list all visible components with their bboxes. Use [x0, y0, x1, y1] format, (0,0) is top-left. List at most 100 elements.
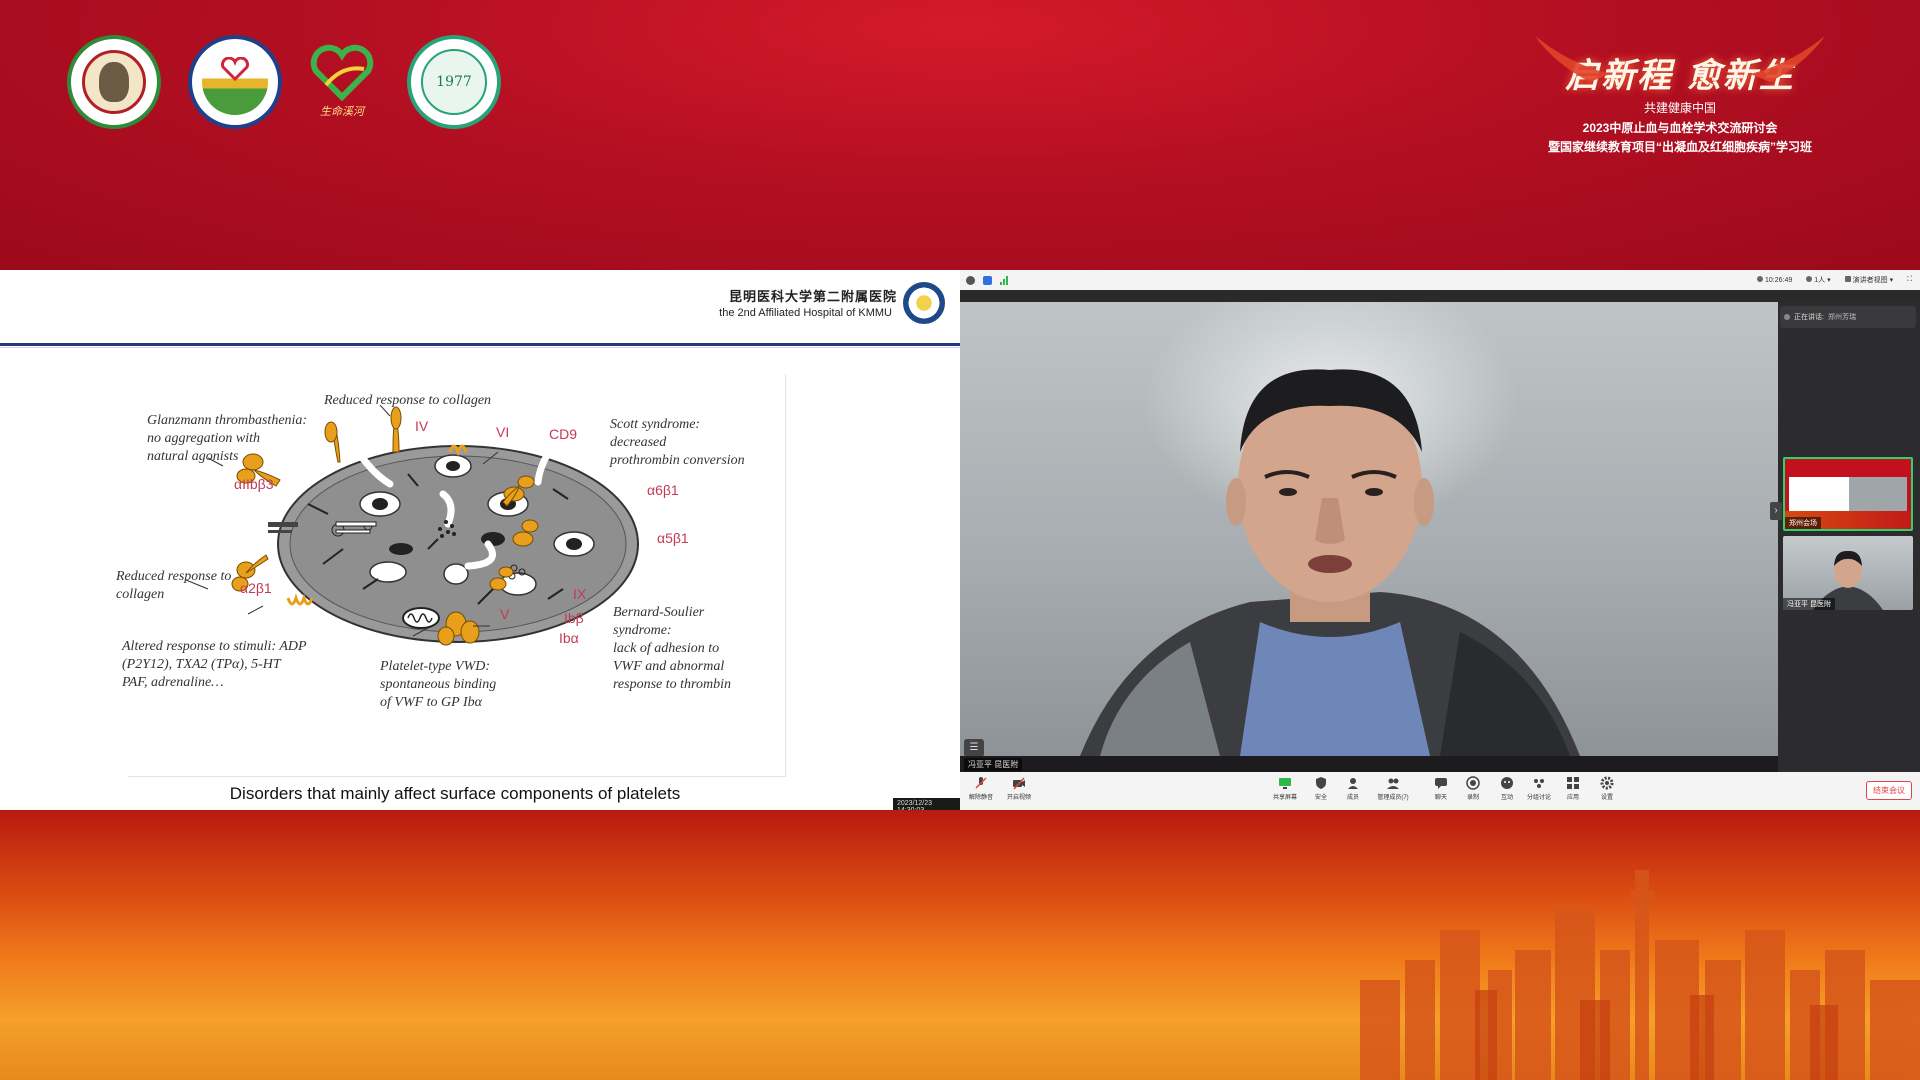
- participant-thumb-venue[interactable]: 郑州会场: [1783, 457, 1913, 531]
- presentation-slide: 昆明医科大学第二附属医院 the 2nd Affiliated Hospital…: [0, 270, 960, 810]
- participants-count[interactable]: 1人 ▾: [1806, 275, 1831, 285]
- receptor-label-ix: IX: [573, 586, 587, 602]
- left-wing-icon: [1535, 36, 1610, 82]
- receptor-label-iv: IV: [415, 418, 429, 434]
- header-divider-thin: [0, 347, 960, 348]
- mini-slide: [1789, 477, 1849, 511]
- mini-video: [1849, 477, 1907, 511]
- participant-thumb-speaker[interactable]: 冯亚平 昆医附: [1783, 536, 1913, 610]
- receptor-label-v: V: [500, 606, 510, 622]
- list-toggle-icon[interactable]: ☰: [964, 739, 984, 756]
- receptor-label-iba: Ibα: [559, 630, 579, 646]
- speaker-name-bar: 冯亚平 昆医附: [960, 756, 1778, 772]
- slide-timestamp: 2023/12/23 14:30:03: [893, 798, 960, 810]
- hospital-seal-icon: [903, 282, 945, 324]
- header-divider: [0, 343, 960, 346]
- event-title: 2023中原止血与血栓学术交流研讨会: [1582, 121, 1778, 135]
- security-button[interactable]: 安全: [1304, 776, 1338, 801]
- participant-sidebar: 正在讲话: 郑州芳瑞 › 郑州会场 冯亚平 昆医附: [1770, 302, 1920, 772]
- annotation-altered-response: Altered response to stimuli: ADP (P2Y12)…: [122, 639, 307, 690]
- info-icon[interactable]: [966, 275, 975, 285]
- annotation-reduced-collagen-left: Reduced response to collagen: [116, 569, 232, 602]
- main-speaker-video[interactable]: ☰: [960, 302, 1778, 756]
- chat-icon: [1435, 778, 1447, 789]
- meeting-strip: [960, 290, 1920, 302]
- meeting-clock: 10:26:49: [1757, 276, 1792, 284]
- shield-icon[interactable]: [983, 275, 992, 285]
- annotation-scott-syndrome: Scott syndrome: decreased prothrombin co…: [610, 417, 745, 468]
- video-meeting-window: 10:26:49 1人 ▾ 演讲者视图 ▾ ⛶ ☰ 冯亚平 昆医附 正在讲话: …: [960, 270, 1920, 810]
- main-speaker-name: 冯亚平 昆医附: [964, 757, 1023, 771]
- figure-frame: Reduced response to collagen Glanzmann t…: [116, 374, 786, 777]
- meeting-top-bar: 10:26:49 1人 ▾ 演讲者视图 ▾ ⛶: [960, 270, 1920, 290]
- receptor-label-cd9: CD9: [549, 426, 578, 442]
- chevron-right-icon[interactable]: ›: [1770, 502, 1782, 520]
- hospital-name-cn: 昆明医科大学第二附属医院: [728, 290, 897, 305]
- hospital-logo: 1977: [407, 35, 501, 129]
- settings-icon: [1600, 776, 1614, 790]
- receptor-label-vi: VI: [496, 424, 510, 440]
- speaking-indicator: 正在讲话: 郑州芳瑞: [1780, 306, 1916, 328]
- end-meeting-button[interactable]: 结束会议: [1866, 781, 1912, 800]
- reaction-button[interactable]: 互动: [1490, 776, 1524, 801]
- members-icon: [1348, 778, 1358, 789]
- share-screen-icon: [1279, 778, 1291, 789]
- view-selector[interactable]: 演讲者视图 ▾: [1844, 275, 1893, 285]
- heart-house-icon: [221, 57, 249, 81]
- city-skyline: [1360, 870, 1920, 1080]
- receptor-label-aiibb3: αIIbβ3: [234, 476, 274, 492]
- grid-icon: [1844, 276, 1851, 282]
- logo3-text: 生命溪河: [320, 105, 366, 118]
- speaker-figure: [1080, 369, 1580, 756]
- security-icon: [1316, 777, 1326, 789]
- meeting-toolbar: 解除静音 开启视频 共享屏幕 安全 成员 管理成员(7) 聊天 录制 互动 分组…: [960, 772, 1920, 810]
- right-wing-icon: [1750, 36, 1825, 82]
- members-button[interactable]: 成员: [1336, 776, 1370, 801]
- manage-members-icon: [1387, 778, 1399, 789]
- receptor-label-a5b1: α5β1: [657, 530, 689, 546]
- signal-icon[interactable]: [1000, 275, 1009, 285]
- unmute-button[interactable]: 解除静音: [964, 776, 998, 801]
- receptor-label-ibb: Ibβ: [564, 610, 584, 626]
- annotation-bernard-soulier: Bernard-Soulier syndrome: lack of adhesi…: [613, 605, 731, 692]
- reaction-icon: [1501, 777, 1513, 789]
- apps-button[interactable]: 应用: [1556, 776, 1590, 801]
- annotation-glanzmann: Glanzmann thrombasthenia: no aggregation…: [147, 413, 308, 464]
- record-button[interactable]: 录制: [1456, 776, 1490, 801]
- receptor-label-a6b1: α6β1: [647, 482, 679, 498]
- charity-foundation-logo: [67, 35, 161, 129]
- life-heart-icon: 生命溪河: [310, 44, 374, 118]
- provincial-association-logo: [188, 35, 282, 129]
- event-title-secondary: 暨国家继续教育项目“出凝血及红细胞疾病”学习班: [1547, 140, 1812, 154]
- event-brand: 启新程 愈新生 共建健康中国 2023中原止血与血栓学术交流研讨会 暨国家继续教…: [1480, 28, 1880, 154]
- manage-members-button[interactable]: 管理成员(7): [1370, 776, 1416, 801]
- chat-button[interactable]: 聊天: [1424, 776, 1458, 801]
- portrait-icon: [99, 62, 129, 102]
- people-icon: [1806, 276, 1813, 282]
- hospital-logo-year: 1977: [436, 74, 472, 90]
- mic-icon: [1784, 314, 1790, 320]
- video-off-icon: [1013, 777, 1025, 790]
- mic-off-icon: [975, 777, 987, 789]
- thumb-label-venue: 郑州会场: [1785, 517, 1821, 529]
- breakout-button[interactable]: 分组讨论: [1522, 776, 1556, 801]
- life-river-logo: 生命溪河: [306, 35, 378, 129]
- record-icon: [1466, 776, 1480, 790]
- clock-icon: [1757, 276, 1763, 282]
- share-screen-button[interactable]: 共享屏幕: [1268, 776, 1302, 801]
- annotation-reduced-collagen-top: Reduced response to collagen: [324, 393, 492, 408]
- speaking-label: 正在讲话:: [1794, 314, 1824, 321]
- top-banner: 生命溪河 1977 启新程 愈新生 共建健康中国 2023中原止血与血栓学术交流…: [0, 0, 1920, 270]
- hospital-name-en: the 2nd Affiliated Hospital of KMMU: [719, 307, 892, 319]
- start-video-button[interactable]: 开启视频: [1002, 776, 1036, 801]
- bottom-banner: [0, 810, 1920, 1080]
- slide-caption: Disorders that mainly affect surface com…: [229, 784, 681, 803]
- speaking-name: 郑州芳瑞: [1827, 314, 1856, 321]
- fullscreen-icon[interactable]: ⛶: [1907, 276, 1912, 284]
- breakout-icon: [1534, 779, 1544, 788]
- receptor-label-a2b1: α2β1: [240, 580, 272, 596]
- event-subtitle: 共建健康中国: [1643, 101, 1716, 115]
- settings-button[interactable]: 设置: [1590, 776, 1624, 801]
- annotation-platelet-type-vwd: Platelet-type VWD: spontaneous binding o…: [380, 659, 497, 710]
- apps-icon: [1567, 777, 1579, 789]
